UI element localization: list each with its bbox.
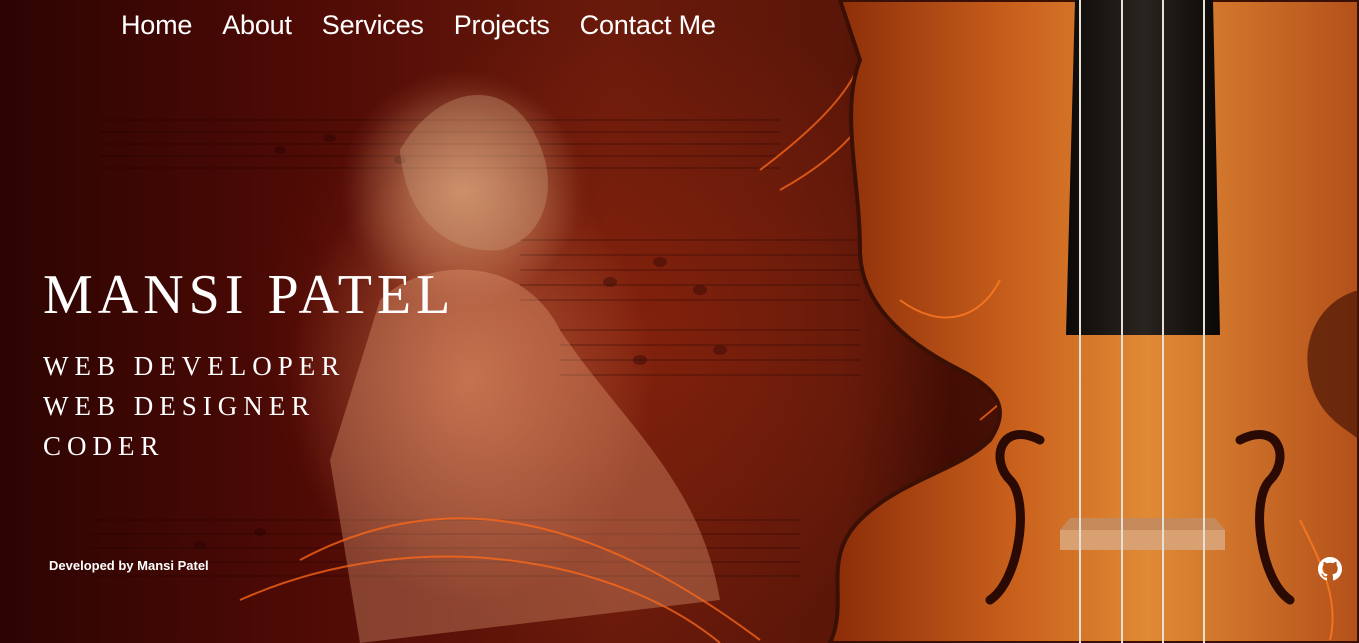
nav-item-about: About <box>222 8 292 42</box>
footer-credit: Developed by Mansi Patel <box>49 558 209 573</box>
nav-link-home[interactable]: Home <box>121 10 192 40</box>
role-list: WEB DEVELOPER WEB DESIGNER CODER <box>43 346 455 466</box>
nav-item-projects: Projects <box>454 8 550 42</box>
nav-item-contact: Contact Me <box>580 8 716 42</box>
hero-page: Home About Services Projects Contact Me … <box>0 0 1359 643</box>
nav-link-contact[interactable]: Contact Me <box>580 10 716 40</box>
nav-item-services: Services <box>322 8 424 42</box>
role-item: CODER <box>43 431 165 461</box>
nav-link-about[interactable]: About <box>222 10 292 40</box>
nav-link-projects[interactable]: Projects <box>454 10 550 40</box>
github-link[interactable] <box>1318 557 1342 581</box>
github-icon <box>1318 557 1342 581</box>
nav-item-home: Home <box>121 8 192 42</box>
main-nav: Home About Services Projects Contact Me <box>121 8 716 42</box>
hero-section: MANSI PATEL WEB DEVELOPER WEB DESIGNER C… <box>43 262 455 466</box>
nav-link-services[interactable]: Services <box>322 10 424 40</box>
role-item: WEB DEVELOPER <box>43 351 346 381</box>
hero-name: MANSI PATEL <box>43 264 456 326</box>
role-item: WEB DESIGNER <box>43 391 316 421</box>
